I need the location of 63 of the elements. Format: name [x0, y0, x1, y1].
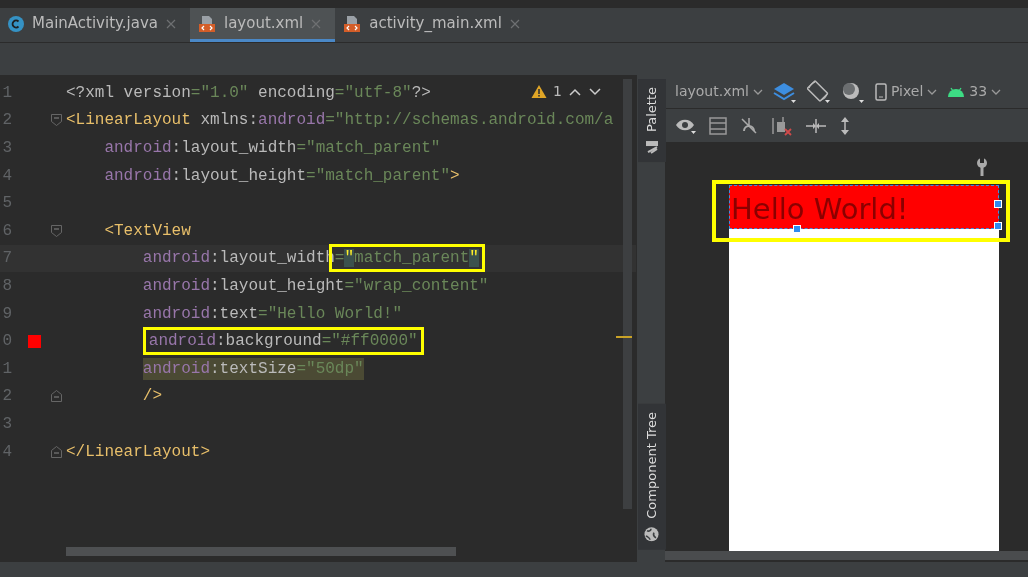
code-text: </LinearLayout>	[66, 441, 211, 463]
line-number: 2	[1, 386, 12, 408]
file-tab[interactable]: activity_main.xml	[335, 8, 534, 42]
close-icon[interactable]	[509, 18, 520, 29]
fold-icon[interactable]	[51, 445, 62, 458]
wrench-icon[interactable]	[976, 158, 988, 176]
code-text: android:layout_height="wrap_content"	[142, 275, 489, 297]
file-tab[interactable]: MainActivity.java	[0, 8, 190, 42]
device-dropdown[interactable]: Pixel	[874, 81, 938, 102]
file-dropdown[interactable]: layout.xml	[675, 81, 763, 102]
line-number: 4	[1, 165, 12, 187]
fold-icon[interactable]	[51, 390, 62, 403]
code-text: />	[142, 386, 162, 408]
code-text: <?xml version="1.0" encoding="utf-8"?>	[66, 82, 431, 104]
warning-marker	[616, 336, 632, 338]
layout-icon[interactable]	[709, 116, 727, 135]
caret-icon	[927, 87, 938, 96]
globe-icon	[644, 527, 660, 542]
resize-handle[interactable]	[994, 200, 1002, 208]
close-icon[interactable]	[165, 18, 176, 29]
line-number: 5	[1, 193, 12, 215]
annotation-box: android:background="#ff0000"	[142, 327, 424, 356]
class-icon	[8, 15, 24, 32]
fold-icon[interactable]	[51, 114, 62, 127]
expand-vertical-icon[interactable]	[839, 115, 851, 136]
line-number: 9	[1, 303, 12, 325]
file-tab[interactable]: layout.xml	[189, 8, 336, 42]
code-text: android:textSize="50dp"	[142, 357, 364, 380]
palette-tab[interactable]: Palette	[638, 79, 666, 163]
line-number: 4	[1, 441, 12, 463]
rotate-icon[interactable]	[806, 79, 831, 104]
warning-icon	[531, 84, 548, 99]
xml-file-icon	[197, 14, 216, 33]
caret-icon	[991, 87, 1002, 96]
line-number: 6	[1, 220, 12, 242]
code-text: android:layout_width="match_parent"	[104, 138, 441, 159]
scrollbar[interactable]	[66, 547, 456, 556]
code-text: android:text="Hello World!"	[142, 303, 403, 325]
line-number: 8	[1, 275, 12, 297]
phone-icon	[874, 82, 887, 101]
code-text: android:layout_height="match_parent">	[104, 165, 460, 187]
xml-file-icon	[343, 14, 362, 33]
line-number: 1	[1, 82, 12, 104]
code-text: <LinearLayout xmlns:android="http://schemas.android.com/a	[66, 110, 614, 132]
component-tree-tab[interactable]: Component Tree	[638, 404, 666, 550]
line-number: 0	[1, 331, 12, 353]
line-number: 2	[1, 110, 12, 132]
resize-handle[interactable]	[994, 222, 1002, 230]
api-dropdown[interactable]: 33	[947, 81, 1002, 102]
fold-icon[interactable]	[51, 224, 62, 237]
line-number: 1	[1, 358, 12, 380]
line-number: 3	[1, 413, 12, 435]
line-number: 3	[1, 138, 12, 159]
caret-icon	[752, 87, 763, 96]
clear-constraints-icon[interactable]	[771, 115, 793, 136]
scrollbar[interactable]	[665, 551, 1028, 560]
scrollbar[interactable]	[623, 79, 632, 509]
preview-text[interactable]: Hello World!	[729, 185, 999, 229]
code-text: <TextView	[104, 220, 191, 242]
resize-handle[interactable]	[793, 225, 801, 233]
warning-count: 1	[553, 82, 562, 101]
expand-horizontal-icon[interactable]	[805, 118, 827, 133]
android-icon	[947, 85, 966, 98]
